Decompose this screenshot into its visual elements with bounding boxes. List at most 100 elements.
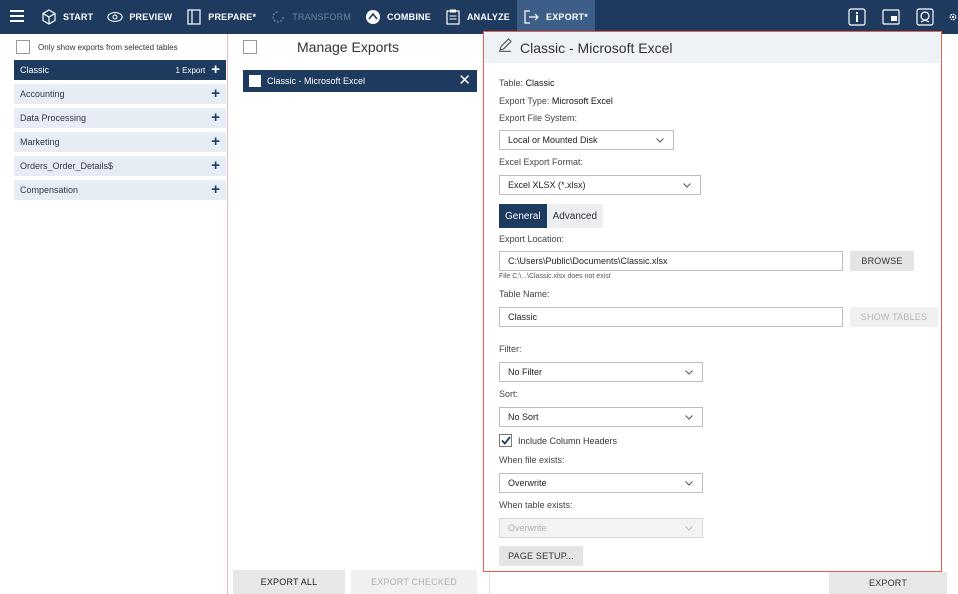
toolbar-analyze-button[interactable]: ANALYZE <box>438 0 517 34</box>
manage-exports-header: Manage Exports <box>229 34 489 60</box>
remove-export-icon[interactable]: ✕ <box>458 73 471 88</box>
add-export-icon[interactable]: + <box>211 158 220 173</box>
excel-format-label: Excel Export Format: <box>499 157 584 167</box>
toolbar-combine-label: COMBINE <box>387 12 431 22</box>
toolbar-export-button[interactable]: EXPORT* <box>517 0 595 34</box>
toolbar-combine-button[interactable]: COMBINE <box>358 0 438 34</box>
export-arrow-icon <box>524 9 540 25</box>
manage-exports-pane: Manage Exports Classic - Microsoft Excel… <box>229 34 490 594</box>
table-item-label: Marketing <box>20 137 60 147</box>
table-export-count: 1 Export <box>175 65 206 75</box>
export-details-pane: Classic - Microsoft Excel Table: Classic… <box>483 31 942 572</box>
filter-selected-tables-row[interactable]: Only show exports from selected tables <box>8 34 227 60</box>
add-export-icon[interactable]: + <box>211 110 220 125</box>
columns-icon <box>186 9 202 25</box>
filter-selected-tables-checkbox[interactable] <box>16 40 30 54</box>
export-location-note: File C:\...\Classic.xlsx does not exist <box>499 273 611 280</box>
include-headers-row[interactable]: Include Column Headers <box>499 434 617 447</box>
when-file-exists-label: When file exists: <box>499 455 565 465</box>
table-item-accounting[interactable]: Accounting + <box>14 84 226 104</box>
show-tables-button[interactable]: SHOW TABLES <box>850 307 938 327</box>
toolbar-prepare-button[interactable]: PREPARE* <box>179 0 263 34</box>
window-icon[interactable] <box>880 6 902 28</box>
table-item-label: Accounting <box>20 89 65 99</box>
app-window: START PREVIEW PREPARE* TRANSFORM COMBINE <box>0 0 958 594</box>
export-details-title: Classic - Microsoft Excel <box>520 39 673 56</box>
filter-selected-tables-label: Only show exports from selected tables <box>38 42 178 52</box>
table-item-actions: 1 Export + <box>175 62 220 77</box>
toolbar-right-icons <box>840 0 958 34</box>
pencil-icon <box>498 38 512 57</box>
table-item-compensation[interactable]: Compensation + <box>14 180 226 200</box>
when-table-exists-value: Overwrite <box>508 523 547 533</box>
table-item-label: Orders_Order_Details$ <box>20 161 114 171</box>
toolbar-transform-label: TRANSFORM <box>292 12 352 22</box>
manage-exports-title: Manage Exports <box>297 39 399 55</box>
when-file-exists-select[interactable]: Overwrite <box>499 473 703 493</box>
browse-button[interactable]: BROWSE <box>850 251 914 271</box>
table-item-orders-order-details[interactable]: Orders_Order_Details$ + <box>14 156 226 176</box>
export-type-value: Microsoft Excel <box>551 96 613 106</box>
toolbar-start-label: START <box>63 12 94 22</box>
chevron-down-icon <box>684 367 694 377</box>
excel-format-select[interactable]: Excel XLSX (*.xlsx) <box>499 175 701 195</box>
export-item-left: Classic - Microsoft Excel <box>249 75 365 87</box>
export-type-label: Export Type: <box>499 96 550 106</box>
table-info-value: Classic <box>525 78 555 88</box>
sort-select[interactable]: No Sort <box>499 407 703 427</box>
eye-icon <box>107 9 123 25</box>
menu-button[interactable] <box>0 0 34 34</box>
details-tabs: General Advanced <box>499 204 604 228</box>
toolbar-start-button[interactable]: START <box>34 0 100 34</box>
toolbar-prepare-label: PREPARE* <box>208 12 257 22</box>
export-item-checkbox[interactable] <box>249 75 261 87</box>
toolbar-transform-button[interactable]: TRANSFORM <box>263 0 358 34</box>
chevron-down-icon <box>655 135 665 145</box>
tab-general[interactable]: General <box>499 204 547 228</box>
main-toolbar: START PREVIEW PREPARE* TRANSFORM COMBINE <box>0 0 958 34</box>
add-export-icon[interactable]: + <box>211 182 220 197</box>
table-item-data-processing[interactable]: Data Processing + <box>14 108 226 128</box>
include-headers-label: Include Column Headers <box>518 435 618 446</box>
tab-advanced[interactable]: Advanced <box>546 204 604 228</box>
select-all-exports-checkbox[interactable] <box>243 40 257 54</box>
chat-icon[interactable] <box>914 6 936 28</box>
table-item-marketing[interactable]: Marketing + <box>14 132 226 152</box>
table-name-input[interactable]: Classic <box>499 307 843 327</box>
toolbar-preview-label: PREVIEW <box>129 12 173 22</box>
table-name-label: Table Name: <box>499 289 550 299</box>
sort-value: No Sort <box>508 412 539 422</box>
export-type-info: Export Type: Microsoft Excel <box>499 96 613 106</box>
excel-format-value: Excel XLSX (*.xlsx) <box>508 180 586 190</box>
add-export-icon[interactable]: + <box>211 134 220 149</box>
tables-pane: Only show exports from selected tables C… <box>8 34 228 594</box>
filter-label: Filter: <box>499 344 522 354</box>
export-list-item[interactable]: Classic - Microsoft Excel ✕ <box>243 70 477 92</box>
add-export-icon[interactable]: + <box>211 62 220 77</box>
export-checked-button[interactable]: EXPORT CHECKED <box>351 570 477 594</box>
when-file-exists-value: Overwrite <box>508 478 547 488</box>
page-setup-button[interactable]: PAGE SETUP... <box>499 546 583 566</box>
export-location-label: Export Location: <box>499 234 565 244</box>
export-location-input[interactable]: C:\Users\Public\Documents\Classic.xlsx <box>499 251 843 271</box>
gear-icon[interactable] <box>948 6 958 28</box>
filter-value: No Filter <box>508 367 543 377</box>
table-item-label: Compensation <box>20 185 79 195</box>
refresh-icon <box>270 9 286 25</box>
table-item-label: Data Processing <box>20 113 87 123</box>
file-system-select[interactable]: Local or Mounted Disk <box>499 130 674 150</box>
info-icon[interactable] <box>846 6 868 28</box>
when-table-exists-select[interactable]: Overwrite <box>499 518 703 538</box>
export-item-label: Classic - Microsoft Excel <box>267 76 366 86</box>
hamburger-menu-icon <box>10 10 24 24</box>
export-button[interactable]: EXPORT <box>829 572 947 594</box>
filter-select[interactable]: No Filter <box>499 362 703 382</box>
chevron-down-icon <box>682 180 692 190</box>
add-export-icon[interactable]: + <box>211 86 220 101</box>
table-info: Table: Classic <box>499 78 555 88</box>
include-headers-checkbox[interactable] <box>499 434 512 447</box>
toolbar-preview-button[interactable]: PREVIEW <box>100 0 179 34</box>
combine-icon <box>365 9 381 25</box>
export-all-button[interactable]: EXPORT ALL <box>233 570 345 594</box>
table-item-classic[interactable]: Classic 1 Export + <box>14 60 226 80</box>
